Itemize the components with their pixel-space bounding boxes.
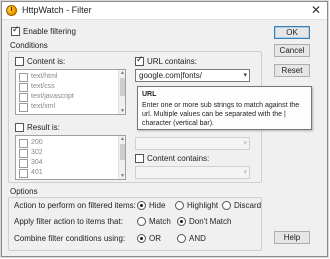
conditions-label: Conditions <box>10 41 48 50</box>
result-list-scrollbar[interactable]: ▲ ▼ <box>118 136 125 179</box>
options-label: Options <box>10 187 38 196</box>
match-radio[interactable] <box>137 217 146 226</box>
list-item-checkbox[interactable] <box>19 93 28 102</box>
list-item-checkbox[interactable] <box>19 159 28 168</box>
discard-radio[interactable] <box>222 201 231 210</box>
enable-filtering-checkbox[interactable] <box>11 25 20 36</box>
httpwatch-app-icon <box>6 5 17 16</box>
content-list-scrollbar[interactable]: ▲ ▼ <box>118 70 125 114</box>
list-item-checkbox[interactable] <box>19 83 28 92</box>
highlight-label: Highlight <box>187 201 219 210</box>
result-filter-combo[interactable]: ▾ <box>135 137 250 150</box>
list-item-checkbox[interactable] <box>19 149 28 158</box>
list-item-label: 401 <box>31 169 43 176</box>
content-type-list[interactable]: text/html text/css text/javascript text/… <box>15 69 126 115</box>
help-button[interactable]: Help <box>274 231 310 244</box>
content-is-label: Content is: <box>27 57 66 66</box>
result-is-label: Result is: <box>27 123 60 132</box>
list-item-checkbox[interactable] <box>19 103 28 112</box>
dont-match-label: Don't Match <box>189 217 232 226</box>
list-item-label: text/javascript <box>31 93 74 100</box>
url-tooltip: URL Enter one or more sub strings to mat… <box>137 86 312 130</box>
url-contains-label: URL contains: <box>147 57 197 66</box>
scroll-up-icon[interactable]: ▲ <box>119 70 125 76</box>
scroll-up-icon[interactable]: ▲ <box>119 136 125 142</box>
content-is-checkbox[interactable] <box>15 57 24 66</box>
chevron-down-icon[interactable]: ▾ <box>243 138 247 149</box>
or-label: OR <box>149 234 161 243</box>
list-item-label: text/css <box>31 83 55 90</box>
and-radio[interactable] <box>177 234 186 243</box>
result-is-checkbox[interactable] <box>15 123 24 132</box>
scroll-thumb[interactable] <box>120 144 125 160</box>
hide-radio[interactable] <box>137 201 146 210</box>
title-bar: HttpWatch - Filter ✕ <box>2 2 327 20</box>
result-code-list[interactable]: 200 302 304 401 ▲ ▼ <box>15 135 126 180</box>
window-title: HttpWatch - Filter <box>22 5 92 15</box>
action-row-label: Action to perform on filtered items: <box>14 201 136 210</box>
content-contains-label: Content contains: <box>147 154 210 163</box>
close-icon[interactable]: ✕ <box>311 3 321 17</box>
highlight-radio[interactable] <box>175 201 184 210</box>
list-item-label: 304 <box>31 159 43 166</box>
reset-button[interactable]: Reset <box>274 64 310 77</box>
chevron-down-icon[interactable]: ▾ <box>243 70 247 81</box>
filter-dialog: HttpWatch - Filter ✕ Enable filtering Co… <box>1 1 328 257</box>
scroll-thumb[interactable] <box>120 78 125 96</box>
dont-match-radio[interactable] <box>177 217 186 226</box>
list-item-checkbox[interactable] <box>19 139 28 148</box>
tooltip-text: Enter one or more sub strings to match a… <box>142 102 300 127</box>
scroll-down-icon[interactable]: ▼ <box>119 173 125 179</box>
list-item-label: 200 <box>31 139 43 146</box>
match-label: Match <box>149 217 171 226</box>
apply-row-label: Apply filter action to items that: <box>14 217 123 226</box>
scroll-down-icon[interactable]: ▼ <box>119 108 125 114</box>
tooltip-title: URL <box>142 91 157 98</box>
ok-button[interactable]: OK <box>274 26 310 39</box>
enable-filtering-label: Enable filtering <box>23 27 76 36</box>
cancel-button[interactable]: Cancel <box>274 44 310 57</box>
url-contains-value: google.com|fonts/ <box>139 71 203 80</box>
list-item-checkbox[interactable] <box>19 169 28 178</box>
list-item-label: text/html <box>31 73 58 80</box>
list-item-checkbox[interactable] <box>19 73 28 82</box>
content-contains-checkbox[interactable] <box>135 154 144 163</box>
url-contains-checkbox[interactable] <box>135 55 144 66</box>
list-item-label: text/xml <box>31 103 56 110</box>
chevron-down-icon[interactable]: ▾ <box>243 167 247 178</box>
and-label: AND <box>189 234 206 243</box>
content-contains-input[interactable]: ▾ <box>135 166 250 179</box>
list-item-label: 302 <box>31 149 43 156</box>
hide-label: Hide <box>149 201 166 210</box>
discard-label: Discard <box>234 201 262 210</box>
or-radio[interactable] <box>137 234 146 243</box>
combine-row-label: Combine filter conditions using: <box>14 234 126 243</box>
url-contains-input[interactable]: google.com|fonts/ ▾ <box>135 69 250 82</box>
